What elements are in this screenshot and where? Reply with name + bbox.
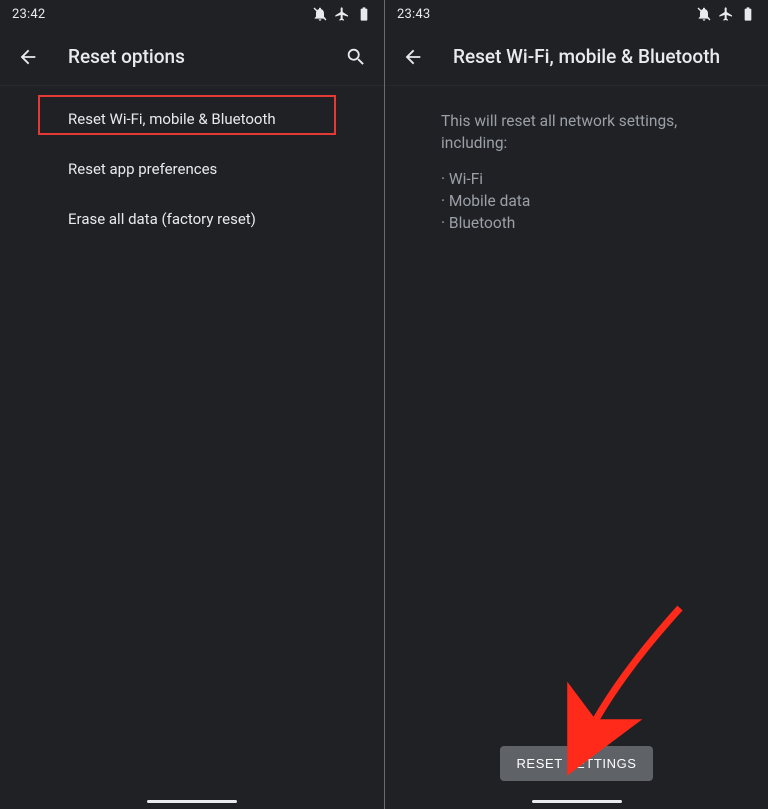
- app-bar: Reset Wi-Fi, mobile & Bluetooth: [385, 28, 768, 86]
- bullet-label: Bluetooth: [449, 214, 515, 232]
- back-button[interactable]: [393, 37, 433, 77]
- status-icons: [696, 6, 756, 22]
- page-title: Reset Wi-Fi, mobile & Bluetooth: [453, 45, 760, 68]
- battery-icon: [740, 6, 756, 22]
- option-reset-app-prefs[interactable]: Reset app preferences: [0, 144, 384, 194]
- option-factory-reset[interactable]: Erase all data (factory reset): [0, 194, 384, 244]
- gesture-bar: [532, 800, 622, 803]
- back-button[interactable]: [8, 37, 48, 77]
- bottom-button-wrap: RESET SETTINGS: [385, 746, 768, 781]
- arrow-back-icon: [402, 46, 424, 68]
- bullet-label: Mobile data: [449, 192, 530, 210]
- option-reset-network[interactable]: Reset Wi-Fi, mobile & Bluetooth: [0, 94, 384, 144]
- arrow-back-icon: [17, 46, 39, 68]
- status-time: 23:43: [397, 7, 430, 22]
- app-bar: Reset options: [0, 28, 384, 86]
- battery-icon: [356, 6, 372, 22]
- airplane-icon: [718, 6, 734, 22]
- screen-reset-options: 23:42 Reset options Reset Wi-Fi, mobile …: [0, 0, 384, 809]
- reset-settings-button[interactable]: RESET SETTINGS: [500, 746, 652, 781]
- search-icon: [345, 46, 367, 68]
- description: This will reset all network settings, in…: [441, 110, 740, 154]
- bullet-mobile: · Mobile data: [441, 190, 740, 212]
- airplane-icon: [334, 6, 350, 22]
- status-bar: 23:43: [385, 0, 768, 28]
- page-title: Reset options: [68, 45, 316, 68]
- dnd-off-icon: [312, 6, 328, 22]
- content-area: This will reset all network settings, in…: [385, 86, 768, 809]
- dnd-off-icon: [696, 6, 712, 22]
- content-area: Reset Wi-Fi, mobile & Bluetooth Reset ap…: [0, 86, 384, 809]
- gesture-bar: [147, 800, 237, 803]
- bullet-label: Wi-Fi: [449, 170, 483, 188]
- bullet-list: · Wi-Fi · Mobile data · Bluetooth: [441, 168, 740, 234]
- status-icons: [312, 6, 372, 22]
- bullet-wifi: · Wi-Fi: [441, 168, 740, 190]
- bullet-bluetooth: · Bluetooth: [441, 212, 740, 234]
- status-time: 23:42: [12, 7, 45, 22]
- status-bar: 23:42: [0, 0, 384, 28]
- detail-text: This will reset all network settings, in…: [385, 94, 768, 234]
- screen-reset-network: 23:43 Reset Wi-Fi, mobile & Bluetooth Th…: [384, 0, 768, 809]
- search-button[interactable]: [336, 37, 376, 77]
